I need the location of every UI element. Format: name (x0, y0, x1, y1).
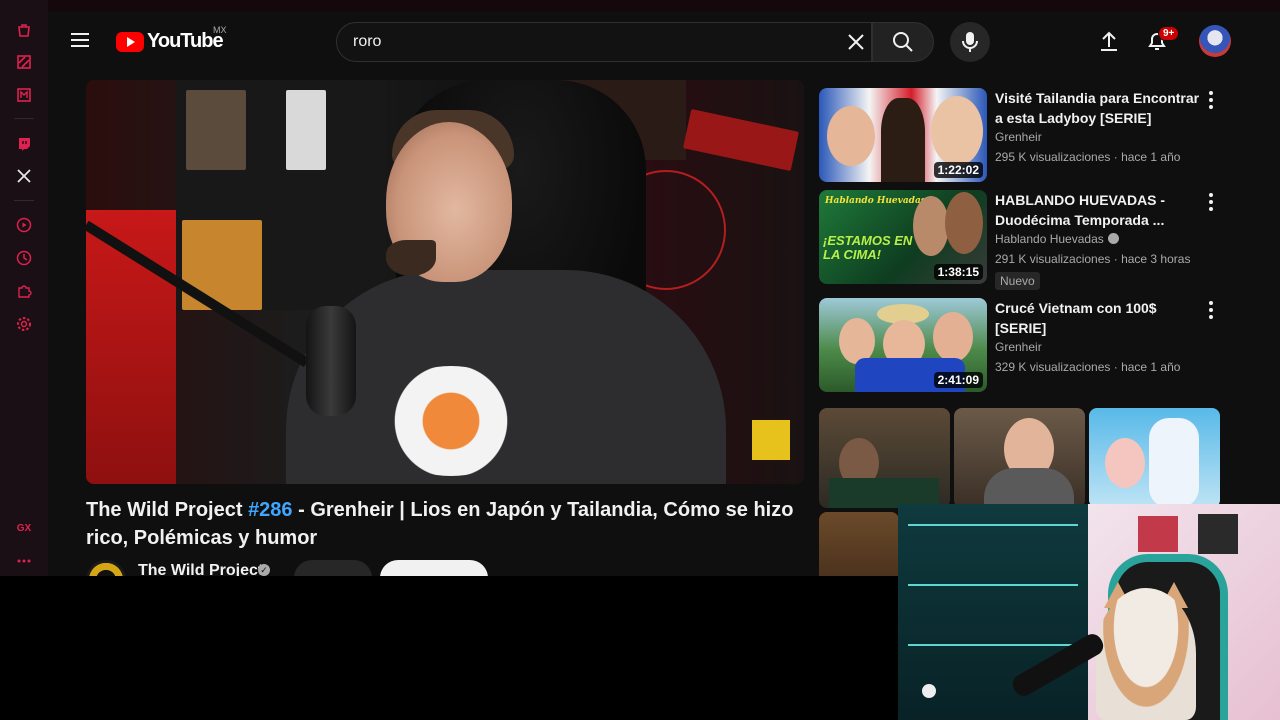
shelf-line (908, 644, 1078, 646)
wall-poster (1198, 514, 1238, 554)
more-vert-icon[interactable] (1207, 192, 1215, 212)
figure (1105, 438, 1145, 488)
voice-search-button[interactable] (950, 22, 990, 62)
recommendation-title[interactable]: Visité Tailandia para Encontrar a esta L… (995, 88, 1203, 128)
browser-sidebar: GX (0, 0, 48, 576)
youtube-page: YouTube MX 9+ T (48, 12, 1280, 576)
duration-badge: 2:41:09 (933, 372, 983, 388)
notifications-badge: 9+ (1158, 26, 1180, 41)
channel-name[interactable]: The Wild Project (138, 562, 263, 576)
studio-microphone (306, 306, 356, 416)
menu-icon[interactable] (68, 28, 92, 52)
recommendation-item[interactable]: 2:41:09 Crucé Vietnam con 100$ [SERIE] G… (819, 298, 1229, 394)
logo-patch (752, 420, 790, 460)
subscribe-button[interactable] (380, 560, 488, 576)
slash-box-icon[interactable] (14, 52, 34, 72)
youtube-logo[interactable]: YouTube (116, 30, 224, 53)
face (931, 96, 983, 166)
shelf-line (908, 524, 1078, 526)
region-code: MX (213, 25, 227, 35)
join-button[interactable] (294, 560, 372, 576)
recommendation-item[interactable]: 1:22:02 Visité Tailandia para Encontrar … (819, 88, 1229, 184)
video-title: The Wild Project #286 - Grenheir | Lios … (86, 496, 804, 552)
shirt (984, 468, 1074, 508)
twitch-icon[interactable] (14, 134, 34, 154)
person-beard (386, 240, 436, 276)
search-input[interactable] (353, 23, 833, 61)
user-icon (922, 684, 936, 698)
rail-separator (14, 200, 34, 201)
more-vert-icon[interactable] (1207, 90, 1215, 110)
face (933, 312, 973, 362)
short-thumbnail[interactable] (819, 408, 950, 508)
video-title-part1: The Wild Project (86, 499, 249, 521)
face (945, 192, 983, 254)
recommendation-channel[interactable]: Grenheir (995, 340, 1042, 354)
verified-icon (1107, 233, 1119, 244)
recommendation-meta: 329 K visualizaciones · hace 1 año (995, 360, 1181, 374)
rail-separator (14, 118, 34, 119)
webcam-overlay (898, 504, 1280, 720)
youtube-play-icon (116, 31, 144, 52)
video-thumbnail[interactable]: Hablando Huevadas ¡ESTAMOS EN LA CIMA! 1… (819, 190, 987, 284)
short-thumbnail[interactable] (819, 512, 899, 576)
bag-icon[interactable] (14, 20, 34, 40)
search-box (336, 22, 872, 62)
search-icon (893, 32, 913, 52)
search-button[interactable] (872, 22, 934, 62)
wall-poster (1138, 516, 1178, 552)
verified-icon: ✓ (258, 564, 270, 576)
clear-search-icon[interactable] (842, 28, 870, 56)
poster (286, 90, 326, 170)
recommendation-item[interactable]: Hablando Huevadas ¡ESTAMOS EN LA CIMA! 1… (819, 190, 1229, 290)
channel-row: The Wild Project ✓ (86, 560, 804, 576)
recommendation-channel[interactable]: Grenheir (995, 130, 1042, 144)
play-circle-icon[interactable] (14, 215, 34, 235)
recommendation-meta: 295 K visualizaciones · hace 1 año (995, 150, 1181, 164)
more-vert-icon[interactable] (1207, 300, 1215, 320)
thumbnail-headline: ¡ESTAMOS EN LA CIMA! (823, 233, 913, 262)
short-thumbnail[interactable] (954, 408, 1085, 508)
figure (1149, 418, 1199, 508)
microphone-icon (962, 32, 978, 52)
cat-face (1096, 588, 1196, 720)
poster (186, 90, 246, 170)
video-thumbnail[interactable]: 1:22:02 (819, 88, 987, 182)
face (827, 106, 875, 166)
recommendation-title[interactable]: Crucé Vietnam con 100$ [SERIE] (995, 298, 1203, 338)
recommendation-title[interactable]: HABLANDO HUEVADAS - Duodécima Temporada … (995, 190, 1203, 230)
video-player[interactable] (86, 80, 804, 484)
avatar[interactable] (1199, 25, 1231, 57)
face (881, 98, 925, 182)
new-badge: Nuevo (995, 272, 1040, 290)
shelf-line (908, 584, 1078, 586)
logo-text: YouTube (147, 30, 224, 52)
more-icon[interactable] (14, 551, 34, 571)
upload-icon (1101, 31, 1117, 51)
browser-tab-strip (48, 0, 1280, 12)
clock-icon[interactable] (14, 248, 34, 268)
m-box-icon[interactable] (14, 85, 34, 105)
gear-icon[interactable] (14, 314, 34, 334)
channel-label: Hablando Huevadas (995, 232, 1104, 246)
upload-button[interactable] (1096, 28, 1122, 54)
recommendation-channel[interactable]: Hablando Huevadas (995, 232, 1119, 246)
puzzle-icon[interactable] (14, 281, 34, 301)
duration-badge: 1:22:02 (933, 162, 983, 178)
thumbnail-caption: Hablando Huevadas (825, 196, 926, 206)
video-hashtag[interactable]: #286 (248, 499, 293, 521)
channel-avatar[interactable] (86, 560, 126, 576)
gx-icon[interactable]: GX (14, 518, 34, 538)
x-icon[interactable] (14, 166, 34, 186)
video-thumbnail[interactable]: 2:41:09 (819, 298, 987, 392)
short-thumbnail[interactable] (1089, 408, 1220, 508)
shirt-print (376, 366, 526, 476)
recommendation-meta: 291 K visualizaciones · hace 3 horas (995, 252, 1191, 266)
duration-badge: 1:38:15 (933, 264, 983, 280)
